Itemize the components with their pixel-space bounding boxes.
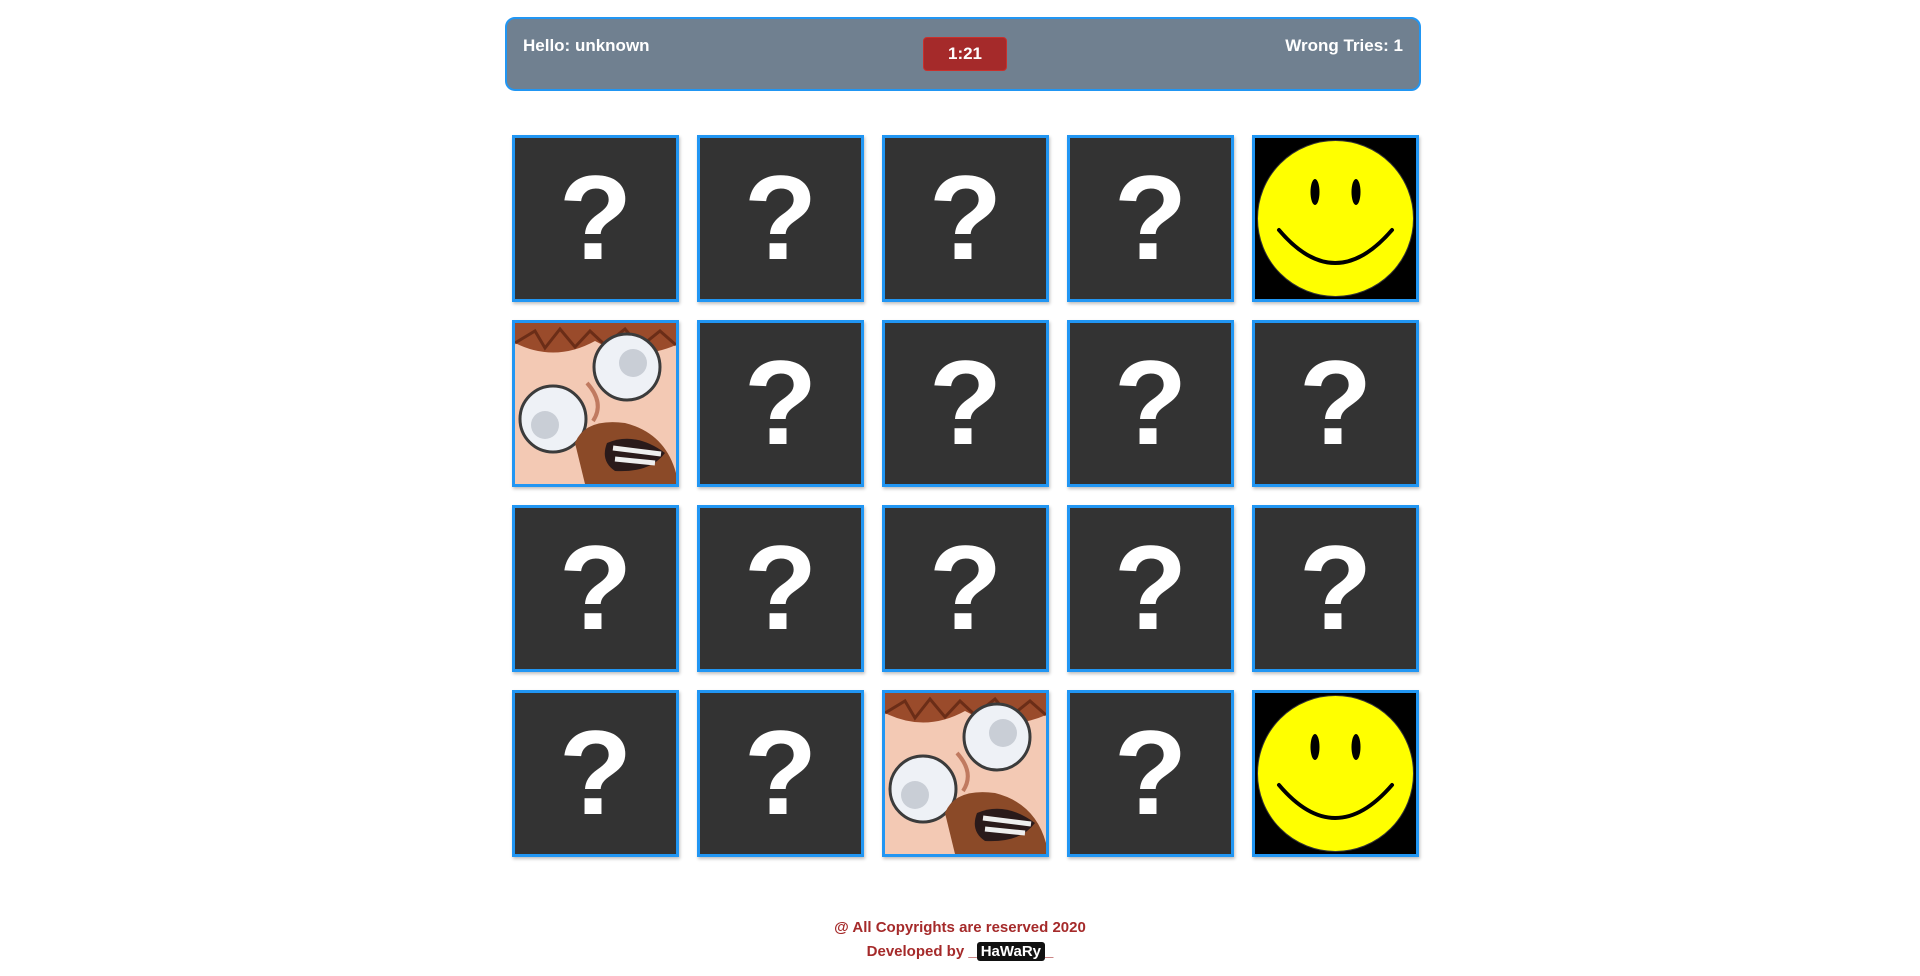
developed-by-prefix: Developed by _ bbox=[866, 943, 977, 960]
memory-card[interactable] bbox=[882, 690, 1049, 857]
memory-card[interactable]: ? bbox=[697, 320, 864, 487]
developer-credit: Developed by _ HaWaRy _ bbox=[0, 942, 1920, 961]
game-board: ???????????????? bbox=[512, 135, 1419, 857]
question-mark-icon: ? bbox=[558, 706, 633, 840]
memory-card[interactable]: ? bbox=[512, 135, 679, 302]
question-mark-icon: ? bbox=[743, 521, 818, 655]
cartoon-face-icon bbox=[515, 323, 676, 484]
timer: 1:21 bbox=[923, 37, 1007, 71]
copyright-text: @ All Copyrights are reserved 2020 bbox=[834, 919, 1086, 936]
question-mark-icon: ? bbox=[1113, 706, 1188, 840]
memory-card[interactable]: ? bbox=[882, 505, 1049, 672]
question-mark-icon: ? bbox=[558, 151, 633, 285]
wrong-tries-counter: Wrong Tries: 1 bbox=[1285, 36, 1403, 55]
memory-card[interactable]: ? bbox=[1067, 135, 1234, 302]
memory-card[interactable]: ? bbox=[1067, 690, 1234, 857]
info-bar: Hello: unknown 1:21 Wrong Tries: 1 bbox=[505, 17, 1421, 91]
memory-card[interactable]: ? bbox=[1067, 505, 1234, 672]
memory-card[interactable]: ? bbox=[882, 135, 1049, 302]
memory-card[interactable]: ? bbox=[882, 320, 1049, 487]
memory-game-page: Hello: unknown 1:21 Wrong Tries: 1 ?????… bbox=[0, 0, 1920, 976]
memory-card[interactable] bbox=[1252, 135, 1419, 302]
memory-card[interactable]: ? bbox=[512, 690, 679, 857]
question-mark-icon: ? bbox=[928, 521, 1003, 655]
question-mark-icon: ? bbox=[743, 706, 818, 840]
memory-card[interactable]: ? bbox=[1252, 505, 1419, 672]
question-mark-icon: ? bbox=[928, 336, 1003, 470]
question-mark-icon: ? bbox=[1113, 151, 1188, 285]
question-mark-icon: ? bbox=[558, 521, 633, 655]
memory-card[interactable]: ? bbox=[697, 690, 864, 857]
question-mark-icon: ? bbox=[1298, 336, 1373, 470]
player-greeting: Hello: unknown bbox=[523, 36, 650, 55]
cartoon-face-icon bbox=[885, 693, 1046, 854]
memory-card[interactable]: ? bbox=[697, 135, 864, 302]
memory-card[interactable]: ? bbox=[1252, 320, 1419, 487]
developed-by-suffix: _ bbox=[1045, 943, 1054, 960]
memory-card[interactable] bbox=[1252, 690, 1419, 857]
question-mark-icon: ? bbox=[928, 151, 1003, 285]
memory-card[interactable]: ? bbox=[1067, 320, 1234, 487]
smiley-face-icon bbox=[1255, 138, 1416, 299]
question-mark-icon: ? bbox=[1113, 521, 1188, 655]
question-mark-icon: ? bbox=[1298, 521, 1373, 655]
smiley-face-icon bbox=[1255, 693, 1416, 854]
memory-card[interactable] bbox=[512, 320, 679, 487]
memory-card[interactable]: ? bbox=[697, 505, 864, 672]
memory-card[interactable]: ? bbox=[512, 505, 679, 672]
question-mark-icon: ? bbox=[743, 151, 818, 285]
question-mark-icon: ? bbox=[743, 336, 818, 470]
question-mark-icon: ? bbox=[1113, 336, 1188, 470]
developer-name: HaWaRy bbox=[976, 942, 1045, 961]
